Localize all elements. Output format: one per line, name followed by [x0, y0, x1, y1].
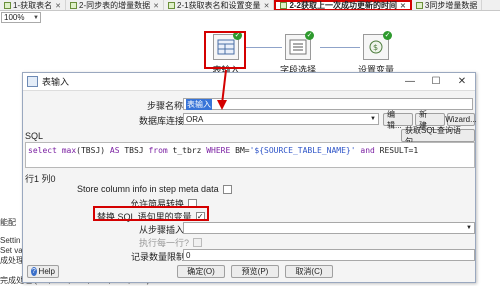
- annotation-arrow: [217, 69, 227, 110]
